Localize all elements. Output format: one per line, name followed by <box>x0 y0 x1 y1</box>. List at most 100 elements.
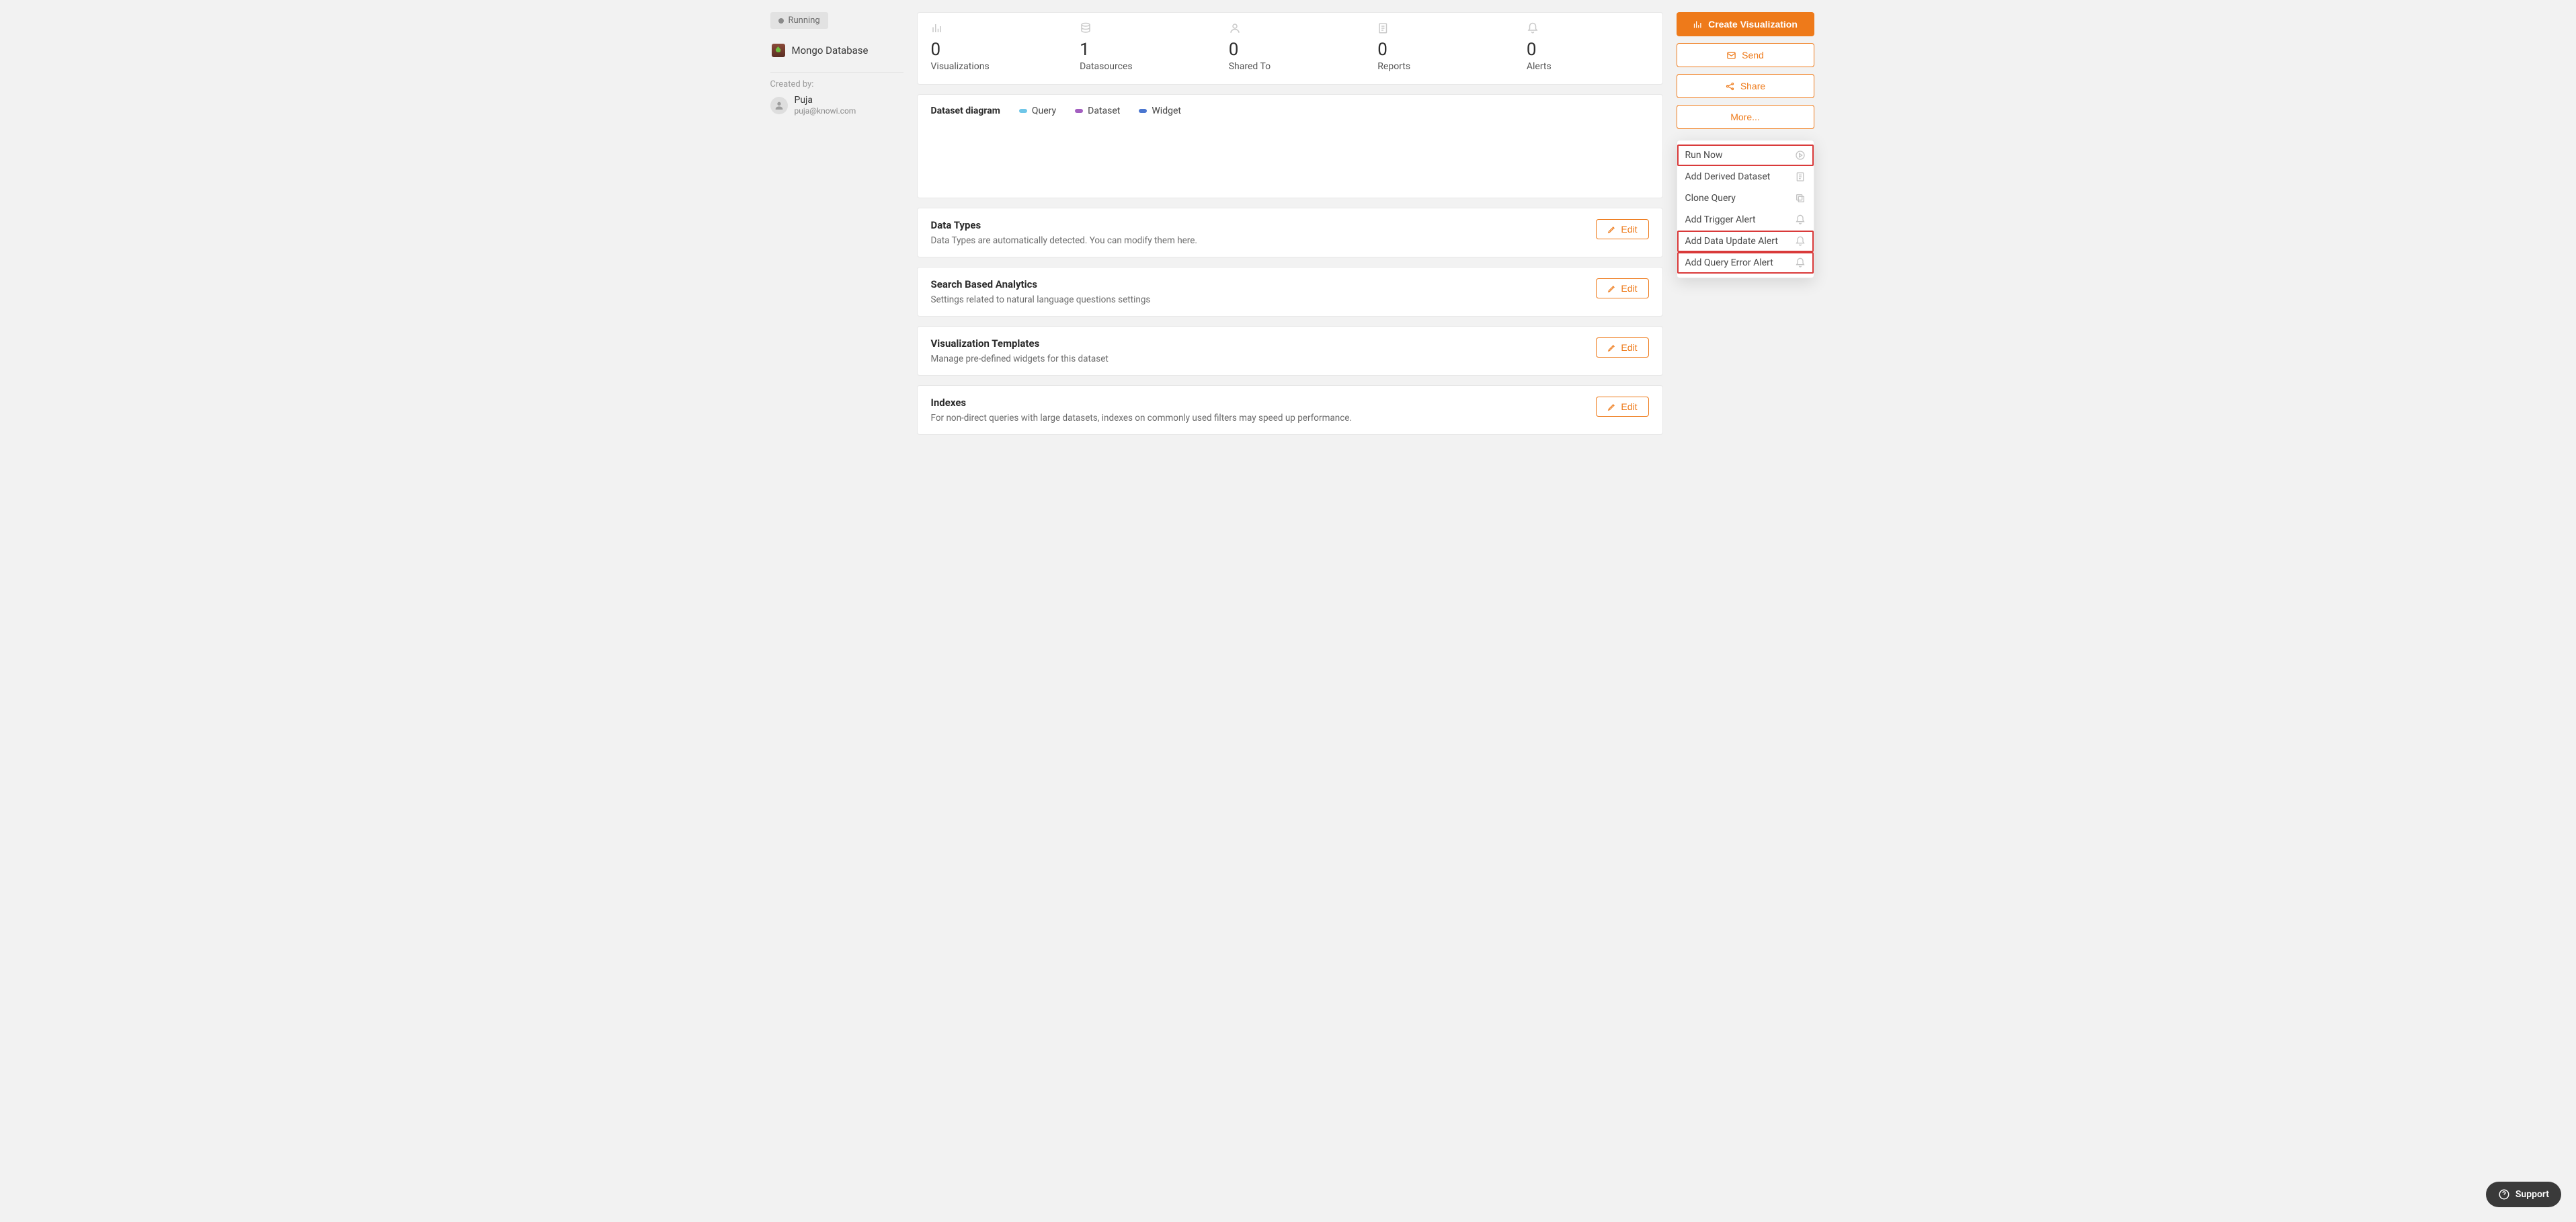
menu-label: Add Query Error Alert <box>1685 257 1773 268</box>
stats-card: 0 Visualizations 1 Datasources 0 Shared … <box>917 12 1663 85</box>
more-dropdown: Run Now Add Derived Dataset Clone Query … <box>1677 140 1814 278</box>
button-label: More... <box>1730 112 1760 122</box>
menu-label: Add Derived Dataset <box>1685 171 1771 182</box>
legend-dataset: Dataset <box>1075 106 1120 116</box>
send-icon <box>1726 50 1736 60</box>
edit-label: Edit <box>1621 224 1637 235</box>
stat-datasources: 1 Datasources <box>1080 22 1202 72</box>
stat-value: 0 <box>1377 40 1500 60</box>
report-icon <box>1377 22 1500 34</box>
menu-run-now[interactable]: Run Now <box>1677 145 1814 166</box>
stat-value: 0 <box>931 40 1053 60</box>
section-desc: Settings related to natural language que… <box>931 294 1151 305</box>
stat-label: Datasources <box>1080 61 1202 72</box>
user-icon <box>1229 22 1351 34</box>
stat-value: 1 <box>1080 40 1202 60</box>
share-button[interactable]: Share <box>1677 74 1814 98</box>
button-label: Share <box>1740 81 1765 91</box>
section-title: Indexes <box>931 397 1353 409</box>
menu-add-trigger-alert[interactable]: Add Trigger Alert <box>1677 209 1814 231</box>
stat-reports: 0 Reports <box>1377 22 1500 72</box>
share-icon <box>1725 81 1735 91</box>
dataset-diagram-card: Dataset diagram Query Dataset Widget <box>917 94 1663 198</box>
legend-label: Widget <box>1152 106 1181 116</box>
edit-data-types-button[interactable]: Edit <box>1596 219 1648 239</box>
support-label: Support <box>2515 1189 2549 1200</box>
mongodb-icon <box>772 44 785 57</box>
section-title: Data Types <box>931 219 1197 231</box>
help-circle-icon <box>2498 1188 2510 1200</box>
bell-icon <box>1795 214 1806 225</box>
menu-add-data-update-alert[interactable]: Add Data Update Alert <box>1677 231 1814 252</box>
pencil-icon <box>1607 343 1617 352</box>
section-indexes: Indexes For non-direct queries with larg… <box>917 385 1663 435</box>
divider <box>770 72 903 73</box>
edit-label: Edit <box>1621 342 1637 353</box>
stat-alerts: 0 Alerts <box>1527 22 1649 72</box>
section-search-analytics: Search Based Analytics Settings related … <box>917 267 1663 317</box>
create-visualization-button[interactable]: Create Visualization <box>1677 12 1814 36</box>
avatar <box>770 97 788 114</box>
edit-label: Edit <box>1621 283 1637 294</box>
button-label: Send <box>1742 50 1764 60</box>
pencil-icon <box>1607 225 1617 234</box>
legend-label: Dataset <box>1088 106 1120 116</box>
status-badge: Running <box>770 12 828 29</box>
stat-visualizations: 0 Visualizations <box>931 22 1053 72</box>
section-desc: Data Types are automatically detected. Y… <box>931 235 1197 246</box>
stat-value: 0 <box>1527 40 1649 60</box>
section-title: Visualization Templates <box>931 337 1109 350</box>
play-circle-icon <box>1795 150 1806 161</box>
stat-label: Visualizations <box>931 61 1053 72</box>
legend-label: Query <box>1032 106 1056 116</box>
section-desc: Manage pre-defined widgets for this data… <box>931 354 1109 364</box>
edit-viz-templates-button[interactable]: Edit <box>1596 337 1648 358</box>
section-title: Search Based Analytics <box>931 278 1151 290</box>
bell-icon <box>1527 22 1649 34</box>
menu-clone-query[interactable]: Clone Query <box>1677 188 1814 209</box>
created-by-label: Created by: <box>770 79 903 89</box>
stat-label: Reports <box>1377 61 1500 72</box>
bell-icon <box>1795 257 1806 268</box>
database-icon <box>1080 22 1202 34</box>
status-label: Running <box>789 15 820 26</box>
send-button[interactable]: Send <box>1677 43 1814 67</box>
stat-value: 0 <box>1229 40 1351 60</box>
section-data-types: Data Types Data Types are automatically … <box>917 208 1663 257</box>
document-icon <box>1795 171 1806 182</box>
legend-query: Query <box>1019 106 1056 116</box>
edit-label: Edit <box>1621 401 1637 412</box>
menu-label: Run Now <box>1685 150 1723 161</box>
menu-label: Clone Query <box>1685 193 1736 204</box>
diagram-title: Dataset diagram <box>931 106 1000 116</box>
legend-dot-icon <box>1075 109 1083 113</box>
menu-add-derived-dataset[interactable]: Add Derived Dataset <box>1677 166 1814 188</box>
more-button[interactable]: More... <box>1677 105 1814 129</box>
section-viz-templates: Visualization Templates Manage pre-defin… <box>917 326 1663 376</box>
database-row[interactable]: Mongo Database <box>770 38 903 63</box>
user-name: Puja <box>795 95 856 106</box>
edit-indexes-button[interactable]: Edit <box>1596 397 1648 417</box>
created-by-user: Puja puja@knowi.com <box>770 95 903 116</box>
bar-chart-icon <box>1693 19 1703 30</box>
section-desc: For non-direct queries with large datase… <box>931 413 1353 423</box>
edit-search-analytics-button[interactable]: Edit <box>1596 278 1648 298</box>
stat-label: Alerts <box>1527 61 1649 72</box>
button-label: Create Visualization <box>1708 19 1798 30</box>
user-email: puja@knowi.com <box>795 106 856 116</box>
copy-icon <box>1795 193 1806 204</box>
sidebar: Running Mongo Database Created by: Puja … <box>762 12 903 435</box>
main-content: 0 Visualizations 1 Datasources 0 Shared … <box>917 12 1663 435</box>
database-name: Mongo Database <box>792 44 869 56</box>
status-dot-icon <box>778 18 784 24</box>
support-button[interactable]: Support <box>2486 1182 2561 1207</box>
menu-label: Add Trigger Alert <box>1685 214 1756 225</box>
bell-icon <box>1795 236 1806 247</box>
legend-widget: Widget <box>1139 106 1181 116</box>
bar-chart-icon <box>931 22 1053 34</box>
stat-label: Shared To <box>1229 61 1351 72</box>
menu-add-query-error-alert[interactable]: Add Query Error Alert <box>1677 252 1814 274</box>
actions-panel: Create Visualization Send Share More... … <box>1677 12 1814 435</box>
stat-shared-to: 0 Shared To <box>1229 22 1351 72</box>
pencil-icon <box>1607 284 1617 293</box>
